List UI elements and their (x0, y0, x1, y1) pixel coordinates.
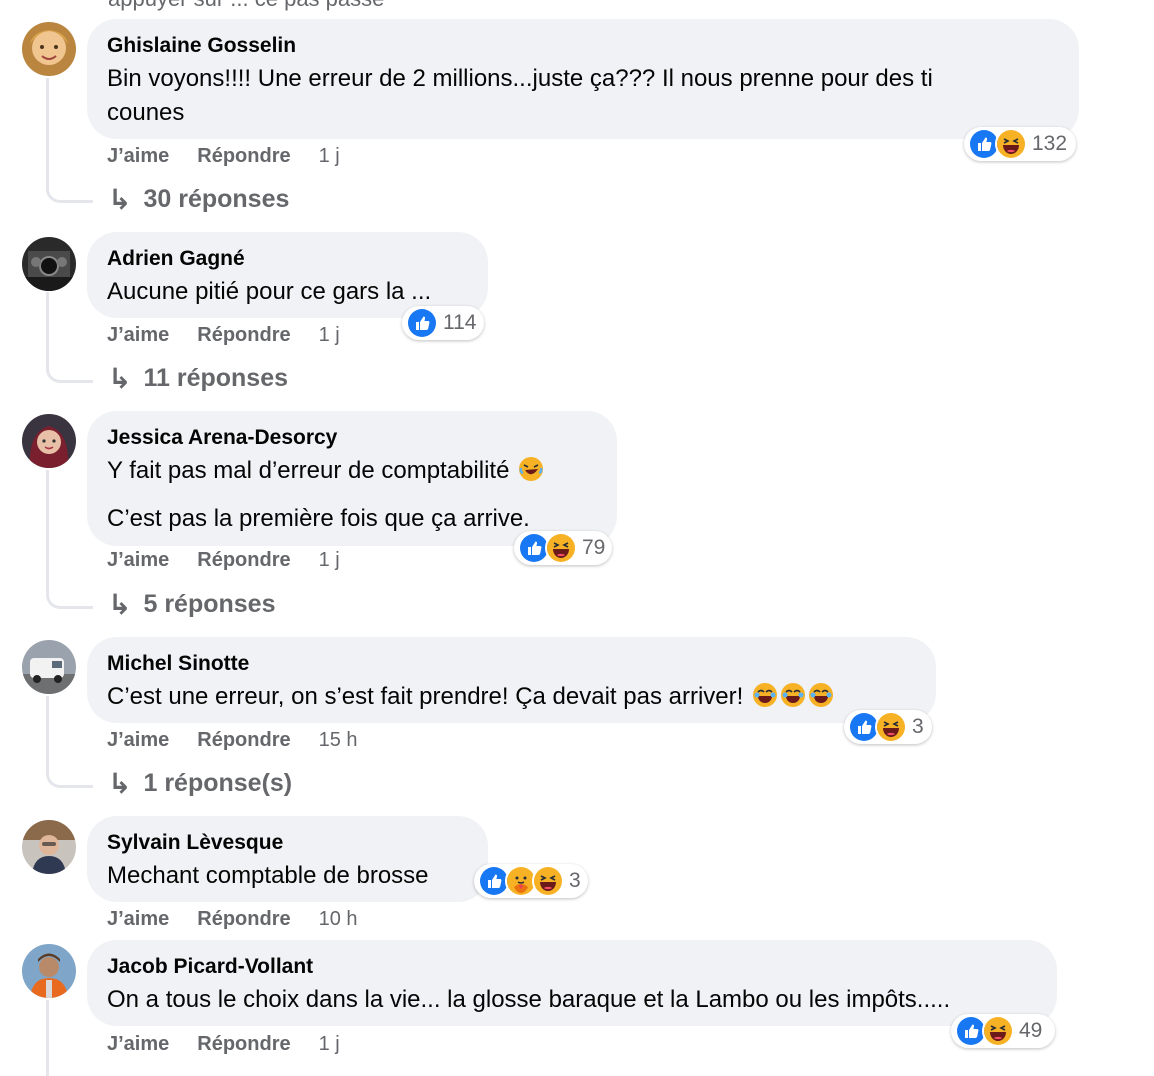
timestamp[interactable]: 1 j (319, 324, 340, 347)
reply-button[interactable]: Répondre (197, 729, 290, 752)
comment-text-line: C’est une erreur, on s’est fait prendre!… (107, 683, 744, 710)
haha-reaction-icon (982, 1015, 1014, 1047)
reaction-summary[interactable]: 3 (474, 864, 588, 898)
like-button[interactable]: J’aime (107, 1033, 169, 1056)
thread-line (46, 292, 93, 383)
haha-reaction-icon (875, 711, 907, 743)
reply-arrow-icon: ↳ (108, 768, 132, 799)
reply-button[interactable]: Répondre (197, 908, 290, 931)
reaction-count: 3 (912, 715, 924, 738)
replies-count-label: 5 réponses (143, 590, 276, 618)
comment-bubble: Ghislaine Gosselin Bin voyons!!!! Une er… (87, 19, 1079, 139)
reaction-count: 49 (1019, 1019, 1043, 1042)
timestamp[interactable]: 10 h (319, 908, 358, 931)
comment-text: On a tous le choix dans la vie... la glo… (107, 986, 951, 1013)
avatar[interactable] (22, 944, 76, 998)
reaction-count: 3 (569, 869, 581, 892)
comment-bubble: Michel Sinotte C’est une erreur, on s’es… (87, 637, 936, 723)
like-button[interactable]: J’aime (107, 145, 169, 168)
haha-reaction-icon (995, 128, 1027, 160)
reaction-summary[interactable]: 132 (964, 127, 1076, 161)
author-name[interactable]: Adrien Gagné (107, 246, 468, 272)
comment-actions: J’aime Répondre 10 h (107, 908, 358, 931)
view-replies-link[interactable]: ↳ 30 réponses (108, 183, 289, 216)
comment-actions: J’aime Répondre 1 j (107, 324, 340, 347)
timestamp[interactable]: 1 j (319, 145, 340, 168)
avatar[interactable] (22, 22, 76, 76)
author-name[interactable]: Ghislaine Gosselin (107, 33, 1059, 59)
reaction-count: 114 (443, 311, 477, 334)
reply-arrow-icon: ↳ (108, 589, 132, 620)
tears-of-joy-emoji-icon (752, 682, 778, 708)
truncated-previous-text: appuyer sur ... ce pas passé (108, 0, 384, 12)
comment-text: C’est une erreur, on s’est fait prendre!… (107, 680, 916, 714)
reaction-count: 79 (582, 536, 606, 559)
view-replies-link[interactable]: ↳ 5 réponses (108, 588, 275, 621)
like-button[interactable]: J’aime (107, 908, 169, 931)
reaction-count: 132 (1032, 132, 1068, 155)
replies-count-label: 1 réponse(s) (143, 769, 293, 797)
comment-actions: J’aime Répondre 15 h (107, 729, 358, 752)
comment-text: Y fait pas mal d’erreur de comptabilité (107, 454, 597, 488)
comment-bubble: Sylvain Lèvesque Mechant comptable de br… (87, 816, 488, 902)
comment-bubble: Jacob Picard-Vollant On a tous le choix … (87, 940, 1057, 1026)
like-button[interactable]: J’aime (107, 324, 169, 347)
reply-button[interactable]: Répondre (197, 324, 290, 347)
comments-section: appuyer sur ... ce pas passé Ghislaine G… (0, 0, 1154, 1076)
thread-line (46, 696, 93, 788)
author-name[interactable]: Sylvain Lèvesque (107, 830, 468, 856)
reply-arrow-icon: ↳ (108, 184, 132, 215)
comment-actions: J’aime Répondre 1 j (107, 145, 340, 168)
replies-count-label: 11 réponses (143, 364, 288, 392)
tears-of-joy-emoji-icon (808, 682, 834, 708)
tears-of-joy-emoji-icon (780, 682, 806, 708)
reply-button[interactable]: Répondre (197, 1033, 290, 1056)
comment-text: Bin voyons!!!! Une erreur de 2 millions.… (107, 65, 933, 92)
reply-button[interactable]: Répondre (197, 549, 290, 572)
timestamp[interactable]: 1 j (319, 1033, 340, 1056)
timestamp[interactable]: 1 j (319, 549, 340, 572)
comment-text-line: Y fait pas mal d’erreur de comptabilité (107, 457, 510, 484)
timestamp[interactable]: 15 h (319, 729, 358, 752)
avatar[interactable] (22, 237, 76, 291)
thread-line (46, 78, 93, 203)
reaction-summary[interactable]: 3 (844, 710, 932, 744)
like-button[interactable]: J’aime (107, 549, 169, 572)
comment-bubble: Jessica Arena-Desorcy Y fait pas mal d’e… (87, 411, 617, 546)
reply-arrow-icon: ↳ (108, 363, 132, 394)
comment-text: counes (107, 99, 185, 126)
replies-count-label: 30 réponses (143, 185, 290, 213)
comment-actions: J’aime Répondre 1 j (107, 1033, 340, 1056)
avatar[interactable] (22, 820, 76, 874)
view-replies-link[interactable]: ↳ 1 réponse(s) (108, 767, 292, 800)
reaction-summary[interactable]: 79 (514, 531, 612, 565)
comment-text: Mechant comptable de brosse (107, 862, 429, 889)
haha-reaction-icon (532, 865, 564, 897)
avatar[interactable] (22, 414, 76, 468)
like-button[interactable]: J’aime (107, 729, 169, 752)
view-replies-link[interactable]: ↳ 11 réponses (108, 362, 288, 395)
comment-text: C’est pas la première fois que ça arrive… (107, 505, 530, 532)
avatar[interactable] (22, 640, 76, 694)
author-name[interactable]: Michel Sinotte (107, 651, 916, 677)
comment-actions: J’aime Répondre 1 j (107, 549, 340, 572)
comment-text: Aucune pitié pour ce gars la ... (107, 278, 432, 305)
reaction-summary[interactable]: 49 (951, 1014, 1055, 1048)
thread-line (46, 1000, 93, 1076)
author-name[interactable]: Jessica Arena-Desorcy (107, 425, 597, 451)
like-reaction-icon (406, 307, 438, 339)
author-name[interactable]: Jacob Picard-Vollant (107, 954, 1037, 980)
reaction-summary[interactable]: 114 (402, 306, 484, 340)
reply-button[interactable]: Répondre (197, 145, 290, 168)
rolling-laughing-emoji-icon (518, 456, 544, 482)
haha-reaction-icon (545, 532, 577, 564)
thread-line (46, 470, 93, 609)
